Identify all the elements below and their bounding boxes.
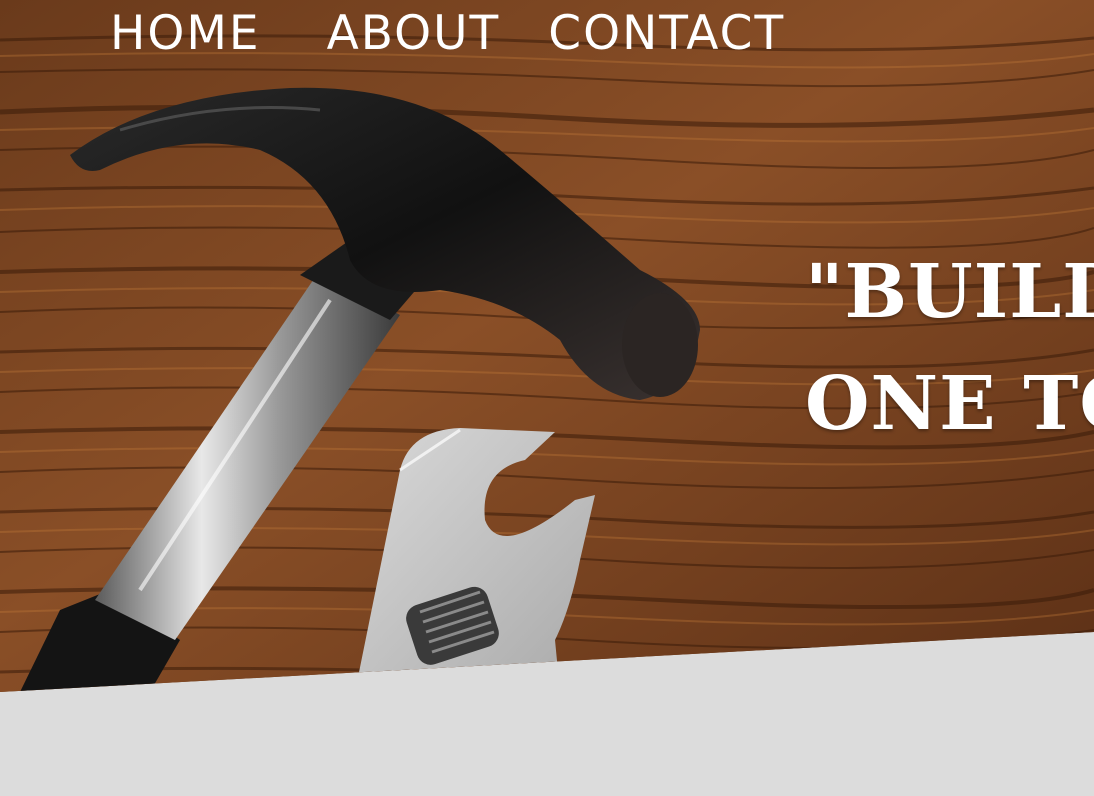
main-navigation: HOME ABOUT CONTACT (110, 6, 785, 62)
hero-tagline: "BUILD ONE TO (805, 236, 1094, 460)
nav-link-contact[interactable]: CONTACT (548, 6, 785, 62)
hero-banner: HOME ABOUT CONTACT "BUILD ONE TO (0, 0, 1094, 692)
nav-link-about[interactable]: ABOUT (327, 6, 501, 62)
tagline-line-1: "BUILD (805, 249, 1094, 335)
nav-link-home[interactable]: HOME (110, 6, 261, 62)
page: HOME ABOUT CONTACT "BUILD ONE TO (0, 0, 1094, 796)
tagline-line-2: ONE TO (805, 361, 1094, 447)
